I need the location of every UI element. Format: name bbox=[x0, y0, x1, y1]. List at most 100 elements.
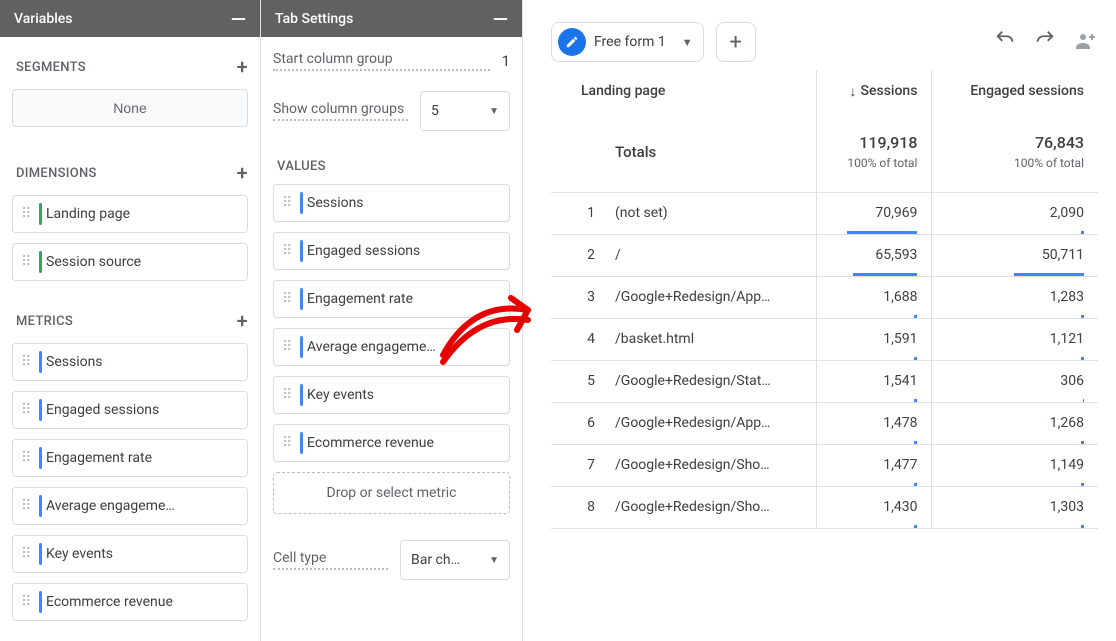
add-segment-icon[interactable]: + bbox=[237, 55, 248, 79]
table-row[interactable]: 4/basket.html1,5911,121 bbox=[551, 318, 1098, 360]
metric-chip[interactable]: ⠿ Engagement rate bbox=[273, 280, 510, 318]
drag-handle-icon[interactable]: ⠿ bbox=[21, 253, 31, 271]
row-engaged: 1,283 bbox=[932, 276, 1098, 318]
dimensions-label-text: DIMENSIONS bbox=[16, 166, 97, 181]
values-label-text: VALUES bbox=[277, 159, 326, 174]
chip-color-bar bbox=[300, 384, 303, 406]
column-header-dimension[interactable]: Landing page bbox=[551, 70, 816, 112]
table-row[interactable]: 6/Google+Redesign/App…1,4781,268 bbox=[551, 402, 1098, 444]
add-tab-button[interactable]: + bbox=[716, 22, 756, 62]
share-icon[interactable] bbox=[1074, 28, 1098, 56]
metric-chip[interactable]: ⠿Sessions bbox=[12, 343, 248, 381]
table-row[interactable]: 1(not set)70,9692,090 bbox=[551, 192, 1098, 234]
chip-label: Average engageme… bbox=[307, 339, 436, 355]
row-index: 7 bbox=[551, 444, 601, 486]
minimize-variables-icon[interactable]: — bbox=[231, 9, 246, 29]
chip-color-bar bbox=[300, 336, 303, 358]
start-column-group-label: Start column group bbox=[273, 51, 490, 71]
report-tab[interactable]: Free form 1 ▼ bbox=[551, 22, 704, 62]
row-dimension: (not set) bbox=[601, 192, 816, 234]
metric-chip[interactable]: ⠿ Ecommerce revenue bbox=[12, 583, 248, 621]
drag-handle-icon[interactable]: ⠿ bbox=[282, 434, 292, 452]
row-dimension: / bbox=[601, 234, 816, 276]
add-dimension-icon[interactable]: + bbox=[237, 161, 248, 185]
row-sessions: 1,591 bbox=[816, 318, 932, 360]
table-row[interactable]: 7/Google+Redesign/Sho…1,4771,149 bbox=[551, 444, 1098, 486]
totals-engaged: 76,843 100% of total bbox=[932, 112, 1098, 192]
drag-handle-icon[interactable]: ⠿ bbox=[282, 338, 292, 356]
pencil-icon bbox=[558, 28, 586, 56]
metric-chip[interactable]: ⠿Engaged sessions bbox=[12, 391, 248, 429]
cell-type-value: Bar ch… bbox=[411, 552, 460, 568]
table-row[interactable]: 5/Google+Redesign/Stat…1,541306 bbox=[551, 360, 1098, 402]
metric-chip[interactable]: ⠿ Average engageme… bbox=[12, 487, 248, 525]
metric-chip[interactable]: ⠿ Average engageme… bbox=[273, 328, 510, 366]
row-sessions: 70,969 bbox=[816, 192, 932, 234]
drag-handle-icon[interactable]: ⠿ bbox=[282, 290, 292, 308]
metric-chip[interactable]: ⠿ Key events bbox=[273, 376, 510, 414]
segments-none-button[interactable]: None bbox=[12, 89, 248, 127]
metric-chip[interactable]: ⠿Engaged sessions bbox=[273, 232, 510, 270]
tab-settings-title: Tab Settings bbox=[275, 11, 353, 27]
report-area: Free form 1 ▼ + Landing page ↓Sessions bbox=[523, 0, 1116, 641]
row-sessions: 1,430 bbox=[816, 486, 932, 528]
chip-color-bar bbox=[300, 432, 303, 454]
chip-label: Engagement rate bbox=[307, 291, 413, 307]
chip-color-bar bbox=[300, 240, 303, 262]
redo-icon[interactable] bbox=[1034, 28, 1056, 56]
show-column-groups-select[interactable]: 5 ▼ bbox=[420, 91, 510, 131]
chip-label: Key events bbox=[307, 387, 374, 403]
drag-handle-icon[interactable]: ⠿ bbox=[21, 497, 31, 515]
drag-handle-icon[interactable]: ⠿ bbox=[21, 545, 31, 563]
variables-title: Variables bbox=[14, 11, 72, 27]
row-engaged: 1,149 bbox=[932, 444, 1098, 486]
column-header-sessions[interactable]: ↓Sessions bbox=[816, 70, 932, 112]
totals-engaged-pct: 100% of total bbox=[946, 156, 1084, 170]
undo-icon[interactable] bbox=[994, 28, 1016, 56]
row-engaged: 1,268 bbox=[932, 402, 1098, 444]
row-engaged: 1,303 bbox=[932, 486, 1098, 528]
report-tab-name: Free form 1 bbox=[594, 34, 666, 50]
drag-handle-icon[interactable]: ⠿ bbox=[21, 205, 31, 223]
row-engaged: 2,090 bbox=[932, 192, 1098, 234]
drag-handle-icon[interactable]: ⠿ bbox=[282, 386, 292, 404]
drag-handle-icon[interactable]: ⠿ bbox=[21, 593, 31, 611]
cell-type-select[interactable]: Bar ch… ▼ bbox=[400, 540, 510, 580]
drag-handle-icon[interactable]: ⠿ bbox=[21, 401, 31, 419]
cell-type-row: Cell type Bar ch… ▼ bbox=[273, 540, 510, 580]
start-column-group-value[interactable]: 1 bbox=[502, 52, 510, 70]
chip-color-bar bbox=[39, 251, 42, 273]
column-header-engaged[interactable]: Engaged sessions bbox=[932, 70, 1098, 112]
minimize-tab-settings-icon[interactable]: — bbox=[493, 9, 508, 29]
chip-color-bar bbox=[300, 192, 303, 214]
top-actions bbox=[994, 28, 1098, 56]
row-index: 3 bbox=[551, 276, 601, 318]
row-sessions: 1,478 bbox=[816, 402, 932, 444]
drag-handle-icon[interactable]: ⠿ bbox=[282, 194, 292, 212]
column-header-dimension-text: Landing page bbox=[581, 83, 665, 99]
chip-label: Average engageme… bbox=[46, 498, 175, 514]
drag-handle-icon[interactable]: ⠿ bbox=[21, 449, 31, 467]
tab-settings-panel: Tab Settings — Start column group 1 Show… bbox=[261, 0, 523, 641]
metric-chip[interactable]: ⠿Sessions bbox=[273, 184, 510, 222]
table-row[interactable]: 3/Google+Redesign/App…1,6881,283 bbox=[551, 276, 1098, 318]
dimension-chip[interactable]: ⠿Session source bbox=[12, 243, 248, 281]
metric-chip[interactable]: ⠿Ecommerce revenue bbox=[273, 424, 510, 462]
values-section-label: VALUES bbox=[277, 159, 510, 174]
drop-metric-zone[interactable]: Drop or select metric bbox=[273, 472, 510, 514]
chip-color-bar bbox=[39, 399, 42, 421]
table-row[interactable]: 2/65,59350,711 bbox=[551, 234, 1098, 276]
chip-label: Ecommerce revenue bbox=[46, 594, 173, 610]
drag-handle-icon[interactable]: ⠿ bbox=[282, 242, 292, 260]
table-row[interactable]: 8/Google+Redesign/Sho…1,4301,303 bbox=[551, 486, 1098, 528]
chip-label: Landing page bbox=[46, 206, 130, 222]
metric-chip[interactable]: ⠿Engagement rate bbox=[12, 439, 248, 477]
dimension-chip[interactable]: ⠿ Landing page bbox=[12, 195, 248, 233]
caret-down-icon: ▼ bbox=[489, 106, 499, 117]
add-metric-icon[interactable]: + bbox=[237, 309, 248, 333]
metric-chip[interactable]: ⠿Key events bbox=[12, 535, 248, 573]
drag-handle-icon[interactable]: ⠿ bbox=[21, 353, 31, 371]
row-sessions: 1,541 bbox=[816, 360, 932, 402]
totals-engaged-value: 76,843 bbox=[1035, 133, 1084, 152]
sort-down-icon: ↓ bbox=[850, 83, 857, 100]
